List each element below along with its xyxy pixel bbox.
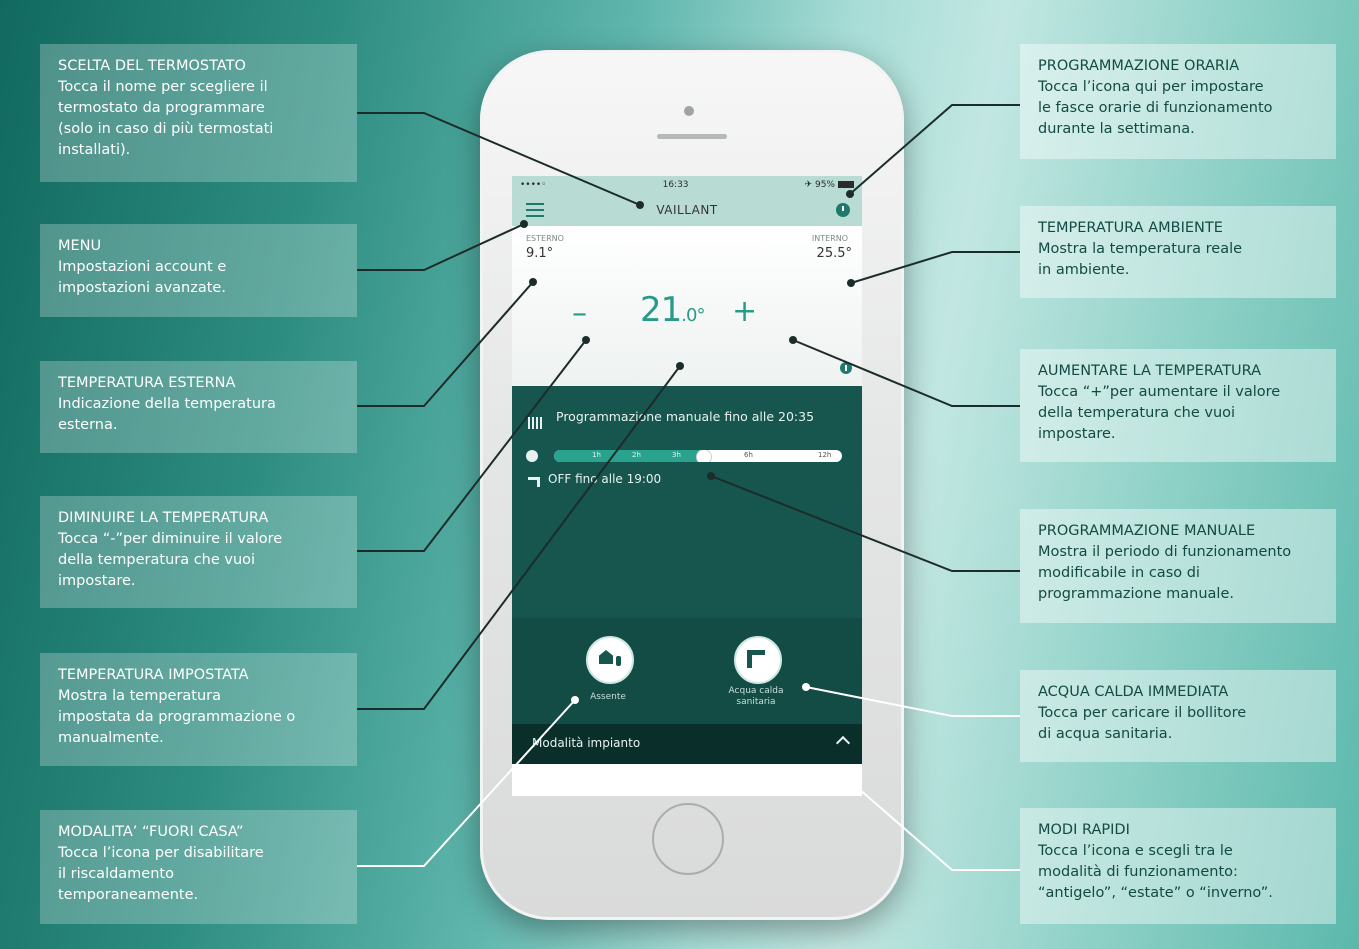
callout-body: Tocca l’icona e scegli tra le modalità d…: [1038, 843, 1273, 901]
earpiece: [657, 134, 727, 139]
time-label-2h: 2h: [632, 451, 641, 459]
outdoor-temp: 9.1°: [526, 246, 554, 261]
callout-body: Tocca “-”per diminuire il valore della t…: [58, 531, 283, 589]
callout-title: TEMPERATURA AMBIENTE: [1038, 220, 1223, 236]
camera-dot: [684, 106, 694, 116]
callout-menu: MENU Impostazioni account e impostazioni…: [40, 224, 357, 317]
callout-body: Tocca l’icona per disabilitare il riscal…: [58, 845, 264, 903]
manual-time-slider[interactable]: 1h 2h 3h 6h 12h: [554, 450, 842, 462]
cancel-icon[interactable]: [526, 450, 538, 462]
setpoint-integer: 21: [640, 290, 682, 330]
callout-title: SCELTA DEL TERMOSTATO: [58, 58, 246, 74]
outdoor-label: ESTERNO: [526, 234, 564, 243]
callout-title: AUMENTARE LA TEMPERATURA: [1038, 363, 1262, 379]
callout-title: MODI RAPIDI: [1038, 822, 1130, 838]
callout-outdoor-temp: TEMPERATURA ESTERNA Indicazione della te…: [40, 361, 357, 453]
setpoint-decimal: .0: [681, 305, 697, 326]
indoor-temp: 25.5°: [816, 246, 852, 261]
callout-title: TEMPERATURA ESTERNA: [58, 375, 236, 391]
callout-body: Mostra la temperatura reale in ambiente.: [1038, 241, 1243, 278]
callout-body: Tocca per caricare il bollitore di acqua…: [1038, 705, 1247, 742]
faucet-icon: [528, 477, 540, 487]
callout-title: PROGRAMMAZIONE ORARIA: [1038, 58, 1240, 74]
callout-body: Tocca l’icona qui per impostare le fasce…: [1038, 79, 1273, 137]
callout-title: MODALITA’ “FUORI CASA”: [58, 824, 244, 840]
mode-label: Modalità impianto: [532, 736, 641, 750]
callout-away-mode: MODALITA’ “FUORI CASA” Tocca l’icona per…: [40, 810, 357, 924]
chevron-up-icon[interactable]: [835, 735, 851, 751]
signal-indicator: ••••◦: [520, 180, 547, 190]
callout-title: TEMPERATURA IMPOSTATA: [58, 667, 249, 683]
time-label-12h: 12h: [818, 451, 832, 459]
home-button: [652, 803, 724, 875]
person-icon: [616, 656, 621, 666]
temperature-area: ESTERNO 9.1° INTERNO 25.5° – 21.0° +: [512, 226, 862, 386]
callout-body: Impostazioni account e impostazioni avan…: [58, 259, 227, 296]
callout-body: Tocca il nome per scegliere il termostat…: [58, 79, 274, 158]
info-icon[interactable]: [840, 362, 852, 374]
program-panel: Programmazione manuale fino alle 20:35 1…: [512, 386, 862, 618]
callout-thermostat-choice: SCELTA DEL TERMOSTATO Tocca il nome per …: [40, 44, 357, 182]
app-screen: ••••◦ 16:33 ✈ 95% VAILLANT ESTERNO 9.1° …: [512, 176, 862, 796]
app-bar: VAILLANT: [512, 194, 862, 226]
callout-quick-modes: MODI RAPIDI Tocca l’icona e scegli tra l…: [1020, 808, 1336, 924]
phone-mockup: ••••◦ 16:33 ✈ 95% VAILLANT ESTERNO 9.1° …: [480, 50, 904, 920]
program-text: Programmazione manuale fino alle 20:35: [556, 409, 815, 424]
setpoint-temp: 21.0°: [640, 290, 705, 330]
battery-icon: [837, 181, 854, 188]
callout-decrease-temp: DIMINUIRE LA TEMPERATURA Tocca “-”per di…: [40, 496, 357, 608]
thermostat-name[interactable]: VAILLANT: [656, 203, 717, 217]
setpoint-unit: °: [696, 305, 705, 326]
callout-title: PROGRAMMAZIONE MANUALE: [1038, 523, 1256, 539]
hot-water-button[interactable]: [734, 636, 782, 684]
away-label: Assente: [590, 692, 626, 702]
callout-room-temp: TEMPERATURA AMBIENTE Mostra la temperatu…: [1020, 206, 1336, 298]
callout-body: Tocca “+”per aumentare il valore della t…: [1038, 384, 1281, 442]
callout-body: Mostra il periodo di funzionamento modif…: [1038, 544, 1292, 602]
callout-title: MENU: [58, 238, 102, 254]
quick-actions: Assente Acqua calda sanitaria Modalità i…: [512, 618, 862, 764]
callout-body: Mostra la temperatura impostata da progr…: [58, 688, 296, 746]
hot-water-label: Acqua calda sanitaria: [728, 686, 784, 707]
schedule-bars-icon: [528, 417, 542, 429]
callout-body: Indicazione della temperatura esterna.: [58, 396, 276, 433]
hot-water-status: OFF fino alle 19:00: [548, 472, 662, 486]
callout-set-temp: TEMPERATURA IMPOSTATA Mostra la temperat…: [40, 653, 357, 766]
time-label-3h: 3h: [672, 451, 681, 459]
slider-fill: [554, 450, 704, 462]
mode-bar[interactable]: Modalità impianto: [512, 724, 862, 764]
callout-increase-temp: AUMENTARE LA TEMPERATURA Tocca “+”per au…: [1020, 349, 1336, 462]
time-label-6h: 6h: [744, 451, 753, 459]
status-time: 16:33: [662, 180, 689, 190]
decrease-temp-button[interactable]: –: [572, 296, 587, 331]
menu-icon[interactable]: [526, 203, 544, 217]
status-bar: ••••◦ 16:33 ✈ 95%: [512, 176, 862, 194]
battery-indicator: ✈ 95%: [805, 180, 854, 190]
callout-manual-program: PROGRAMMAZIONE MANUALE Mostra il periodo…: [1020, 509, 1336, 623]
house-icon: [599, 650, 613, 664]
slider-handle[interactable]: [696, 450, 712, 462]
increase-temp-button[interactable]: +: [732, 294, 757, 329]
clock-icon[interactable]: [836, 203, 850, 217]
battery-text: ✈ 95%: [804, 180, 835, 190]
time-label-1h: 1h: [592, 451, 601, 459]
callout-title: DIMINUIRE LA TEMPERATURA: [58, 510, 269, 526]
callout-hot-water: ACQUA CALDA IMMEDIATA Tocca per caricare…: [1020, 670, 1336, 762]
callout-title: ACQUA CALDA IMMEDIATA: [1038, 684, 1229, 700]
away-button[interactable]: [586, 636, 634, 684]
callout-hourly-schedule: PROGRAMMAZIONE ORARIA Tocca l’icona qui …: [1020, 44, 1336, 159]
tap-icon: [747, 650, 765, 668]
indoor-label: INTERNO: [811, 234, 848, 243]
